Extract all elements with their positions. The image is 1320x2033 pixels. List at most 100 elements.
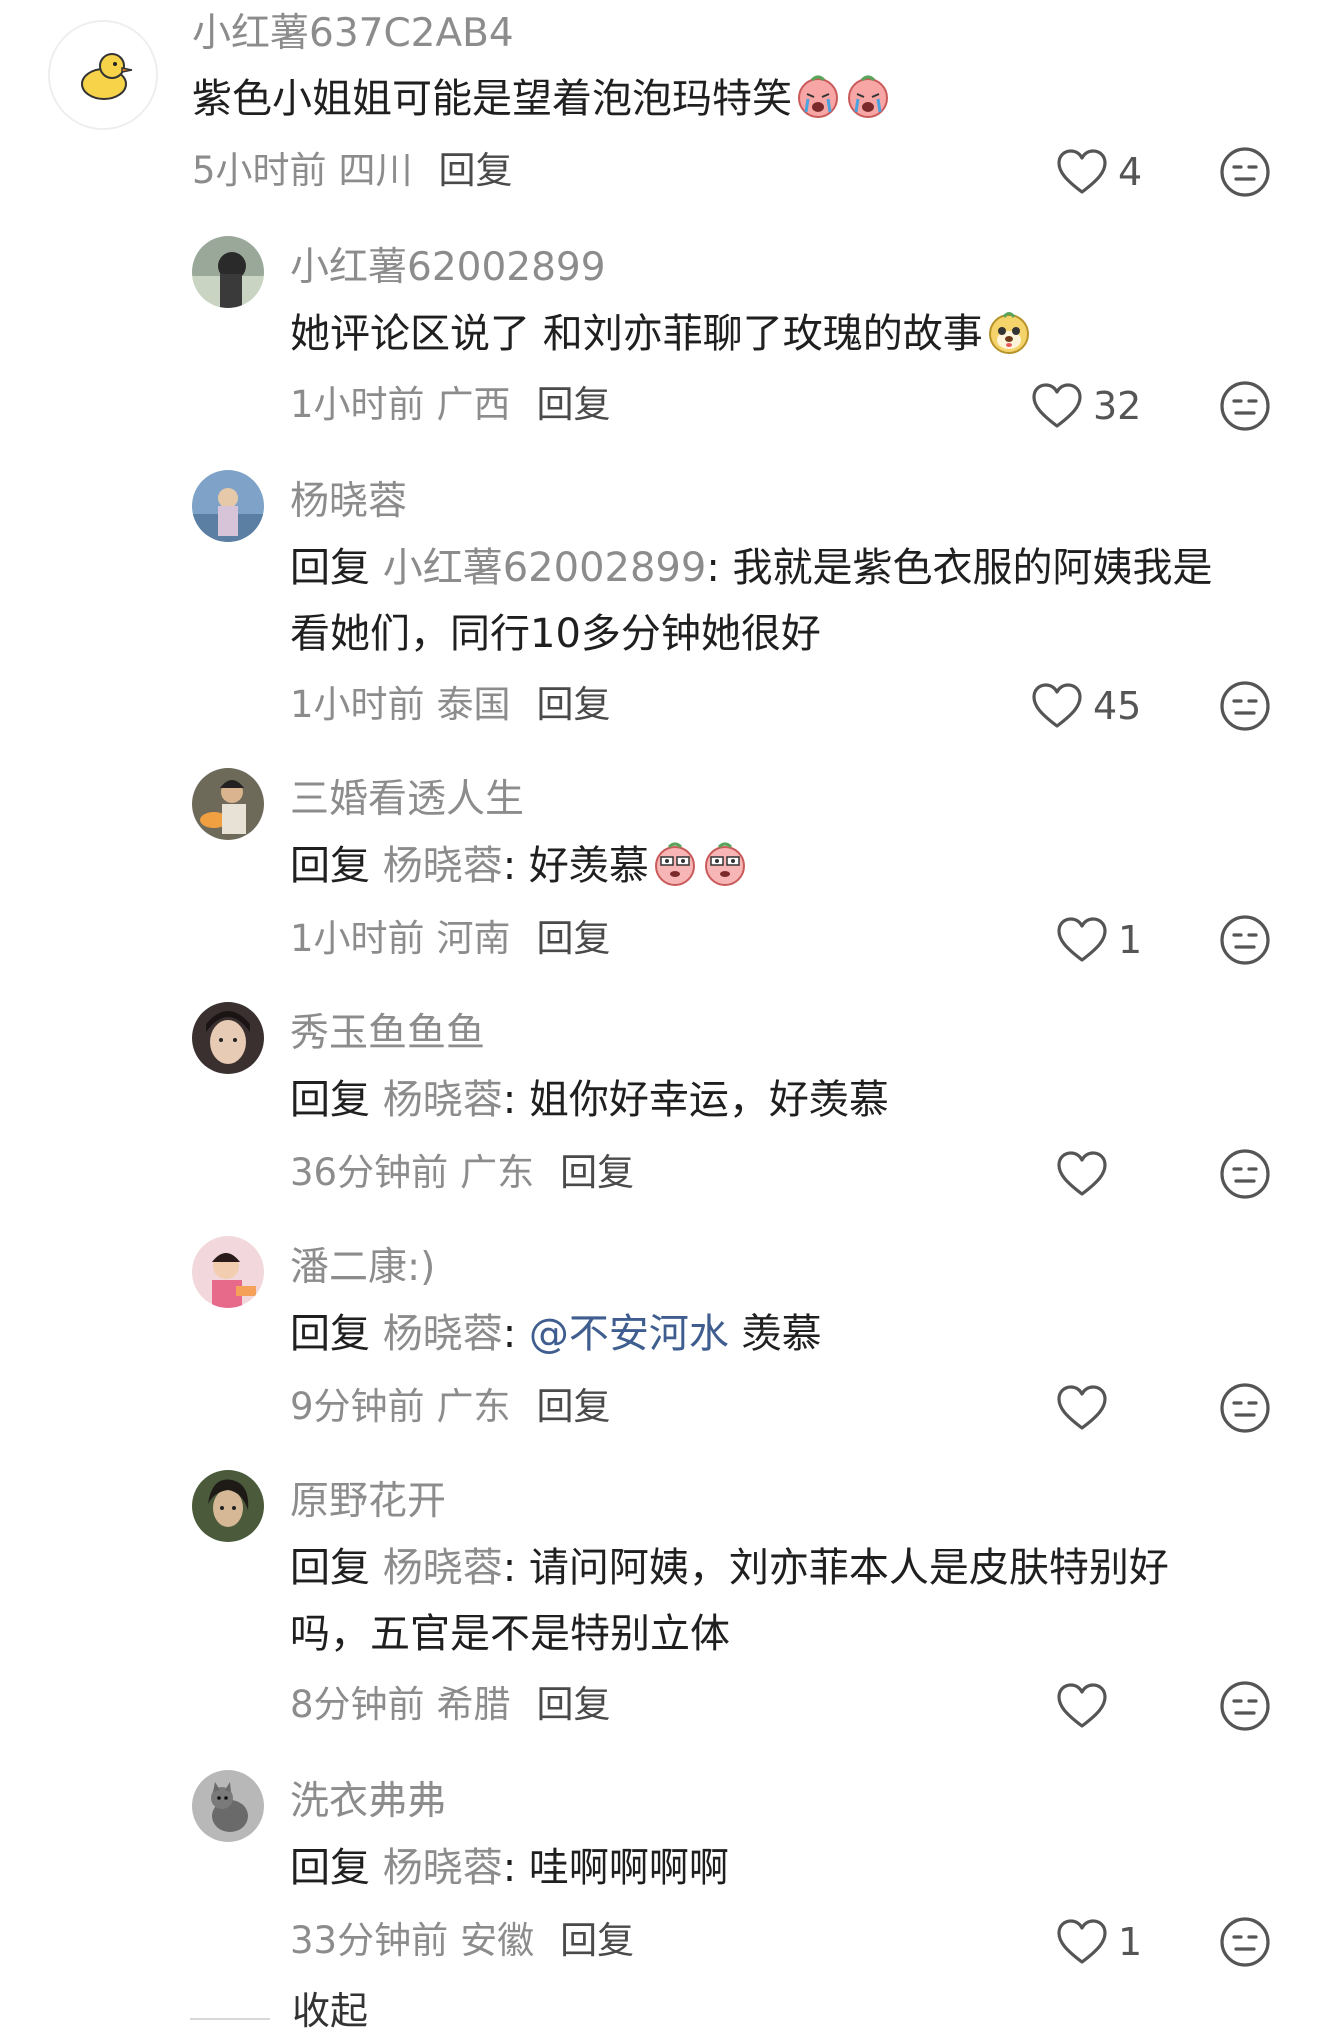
comment-text: 回复 杨晓蓉: 好羡慕: [290, 833, 749, 899]
heart-outline-icon: [1057, 1385, 1107, 1430]
location: 广东: [460, 1151, 535, 1194]
comment-text-line: :: [502, 1311, 529, 1357]
comment-meta: 8分钟前 希腊 回复: [290, 1686, 611, 1723]
like-button[interactable]: 1: [1056, 1912, 1142, 1972]
comment-text: 回复 杨晓蓉: 哇啊啊啊啊: [290, 1835, 729, 1901]
reply-button[interactable]: 回复: [537, 383, 611, 426]
reply-button[interactable]: 回复: [537, 683, 611, 726]
comment-text-line: 羡慕: [728, 1311, 822, 1357]
reply-button[interactable]: 回复: [560, 1151, 634, 1194]
username[interactable]: 洗衣弗弗: [290, 1782, 446, 1821]
heart-outline-icon: [1032, 383, 1082, 428]
comment-text: 回复 杨晓蓉: 请问阿姨，刘亦菲本人是皮肤特别好 吗，五官是不是特别立体: [290, 1535, 1169, 1667]
crying-face-emoji: [794, 72, 842, 120]
reply-button[interactable]: 回复: [537, 917, 611, 960]
reply-target-username[interactable]: 杨晓蓉: [383, 843, 503, 889]
avatar[interactable]: [192, 1470, 264, 1542]
dislike-button[interactable]: [1219, 1916, 1271, 1968]
comment-text: 她评论区说了 和刘亦菲聊了玫瑰的故事: [290, 301, 1033, 367]
dislike-button[interactable]: [1219, 914, 1271, 966]
avatar-photo: [192, 1236, 264, 1308]
comment-text: 紫色小姐姐可能是望着泡泡玛特笑: [192, 66, 892, 132]
neutral-face-icon: [1220, 1681, 1270, 1731]
like-button[interactable]: 32: [1031, 376, 1141, 436]
neutral-face-icon: [1220, 1149, 1270, 1199]
crying-face-emoji: [844, 72, 892, 120]
neutral-face-icon: [1220, 147, 1270, 197]
neutral-face-icon: [1220, 681, 1270, 731]
like-button[interactable]: 1: [1056, 910, 1142, 970]
puppy-face-emoji: [985, 307, 1033, 355]
reply-prefix: 回复: [290, 1077, 370, 1123]
timestamp: 1小时前: [290, 917, 425, 960]
comment-text-line: : 请问阿姨，刘亦菲本人是皮肤特别好: [502, 1545, 1169, 1591]
timestamp: 8分钟前: [290, 1683, 425, 1726]
collapse-button[interactable]: 收起: [292, 1992, 368, 2030]
dislike-button[interactable]: [1219, 146, 1271, 198]
like-button[interactable]: 45: [1031, 676, 1141, 736]
mention-link[interactable]: @不安河水: [529, 1311, 729, 1357]
avatar-photo: [192, 1002, 264, 1074]
comment-meta: 5小时前 四川 回复: [192, 152, 513, 189]
timestamp: 5小时前: [192, 149, 327, 192]
dislike-button[interactable]: [1219, 380, 1271, 432]
avatar-photo: [192, 768, 264, 840]
comment-meta: 9分钟前 广东 回复: [290, 1388, 611, 1425]
reply-button[interactable]: 回复: [537, 1385, 611, 1428]
comment-text-line: : 好羡慕: [502, 843, 649, 889]
dislike-button[interactable]: [1219, 1680, 1271, 1732]
comment-meta: 1小时前 河南 回复: [290, 920, 611, 957]
reply-target-username[interactable]: 杨晓蓉: [383, 1545, 503, 1591]
username[interactable]: 杨晓蓉: [290, 482, 407, 521]
username[interactable]: 小红薯62002899: [290, 248, 606, 287]
comment-text: 回复 杨晓蓉: @不安河水 羡慕: [290, 1301, 822, 1367]
reply-prefix: 回复: [290, 843, 370, 889]
comment-text-line: 她评论区说了 和刘亦菲聊了玫瑰的故事: [290, 311, 983, 357]
like-button[interactable]: [1056, 1378, 1118, 1438]
like-count: 45: [1093, 684, 1142, 728]
avatar[interactable]: [192, 1002, 264, 1074]
like-button[interactable]: [1056, 1676, 1118, 1736]
username[interactable]: 秀玉鱼鱼鱼: [290, 1014, 485, 1053]
like-button[interactable]: [1056, 1144, 1118, 1204]
reply-button[interactable]: 回复: [560, 1919, 634, 1962]
username[interactable]: 小红薯637C2AB4: [192, 14, 514, 53]
duck-icon: [50, 22, 156, 128]
reply-button[interactable]: 回复: [537, 1683, 611, 1726]
avatar[interactable]: [48, 20, 158, 130]
location: 广东: [436, 1385, 511, 1428]
reply-target-username[interactable]: 小红薯62002899: [383, 545, 707, 591]
reply-target-username[interactable]: 杨晓蓉: [383, 1077, 503, 1123]
comment-text-line: : 哇啊啊啊啊: [502, 1845, 729, 1891]
username[interactable]: 潘二康:): [290, 1248, 435, 1287]
comment-meta: 33分钟前 安徽 回复: [290, 1922, 634, 1959]
heart-outline-icon: [1057, 1683, 1107, 1728]
avatar[interactable]: [192, 768, 264, 840]
comment-meta: 36分钟前 广东 回复: [290, 1154, 634, 1191]
username[interactable]: 原野花开: [290, 1482, 446, 1521]
dislike-button[interactable]: [1219, 1148, 1271, 1200]
comment-text-line: : 姐你好幸运，好羡慕: [502, 1077, 889, 1123]
reply-button[interactable]: 回复: [439, 149, 513, 192]
location: 四川: [338, 149, 413, 192]
dislike-button[interactable]: [1219, 680, 1271, 732]
location: 河南: [436, 917, 511, 960]
reply-prefix: 回复: [290, 1545, 370, 1591]
reply-prefix: 回复: [290, 1845, 370, 1891]
avatar-photo: [192, 236, 264, 308]
avatar[interactable]: [192, 1236, 264, 1308]
dislike-button[interactable]: [1219, 1382, 1271, 1434]
timestamp: 33分钟前: [290, 1919, 449, 1962]
like-count: 32: [1093, 384, 1142, 428]
avatar[interactable]: [192, 470, 264, 542]
timestamp: 36分钟前: [290, 1151, 449, 1194]
avatar-photo: [192, 1770, 264, 1842]
reply-target-username[interactable]: 杨晓蓉: [383, 1845, 503, 1891]
reply-target-username[interactable]: 杨晓蓉: [383, 1311, 503, 1357]
heart-outline-icon: [1057, 1151, 1107, 1196]
avatar[interactable]: [192, 1770, 264, 1842]
like-button[interactable]: 4: [1056, 142, 1142, 202]
username[interactable]: 三婚看透人生: [290, 780, 524, 819]
comment-text-line: 看她们，同行10多分钟她很好: [290, 611, 821, 657]
avatar[interactable]: [192, 236, 264, 308]
